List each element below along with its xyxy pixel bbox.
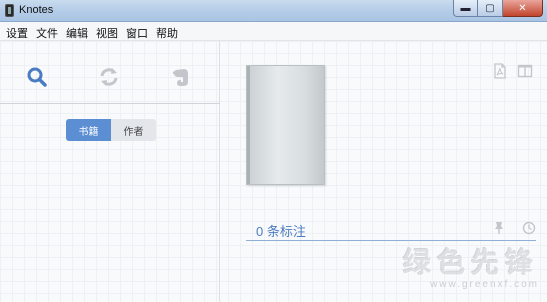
view-toggle: 书籍 作者: [66, 119, 156, 141]
menu-view[interactable]: 视图: [95, 22, 123, 40]
clock-icon[interactable]: [522, 221, 536, 235]
close-button[interactable]: ✕: [503, 0, 543, 17]
main-area: 书籍 作者 0 条标注 绿色先锋 www.greenxf.com: [0, 41, 547, 302]
sync-icon: [100, 68, 118, 86]
evernote-button[interactable]: [169, 65, 193, 89]
maximize-button[interactable]: ▢: [478, 0, 503, 17]
minimize-button[interactable]: ▬: [453, 0, 478, 17]
sync-button[interactable]: [97, 65, 121, 89]
window-title: Knotes: [19, 4, 54, 16]
menu-file[interactable]: 文件: [35, 22, 63, 40]
search-icon: [27, 67, 47, 87]
left-panel: 书籍 作者: [0, 41, 220, 302]
evernote-icon: [173, 69, 188, 86]
watermark: 绿色先锋 www.greenxf.com: [403, 241, 539, 290]
window-controls: ▬ ▢ ✕: [453, 0, 543, 18]
pdf-icon[interactable]: [492, 63, 508, 79]
title-bar: Knotes ▬ ▢ ✕: [0, 0, 547, 22]
left-toolbar: [0, 41, 220, 104]
menu-bar: 设置 文件 编辑 视图 窗口 帮助: [0, 22, 547, 41]
book-cover[interactable]: [246, 65, 325, 185]
tab-books[interactable]: 书籍: [66, 119, 111, 141]
menu-settings[interactable]: 设置: [5, 22, 33, 40]
annotation-tools: [492, 221, 536, 235]
search-button[interactable]: [25, 65, 49, 89]
app-icon: [5, 4, 14, 17]
annotation-header: 0 条标注: [246, 217, 536, 241]
menu-help[interactable]: 帮助: [155, 22, 183, 40]
tab-authors[interactable]: 作者: [111, 119, 156, 141]
two-column-icon[interactable]: [517, 63, 533, 79]
watermark-title: 绿色先锋: [402, 246, 539, 279]
menu-edit[interactable]: 编辑: [65, 22, 93, 40]
menu-window[interactable]: 窗口: [125, 22, 153, 40]
annotation-count: 0 条标注: [256, 224, 306, 239]
pin-icon[interactable]: [492, 221, 506, 235]
right-toolbar: [492, 63, 533, 79]
